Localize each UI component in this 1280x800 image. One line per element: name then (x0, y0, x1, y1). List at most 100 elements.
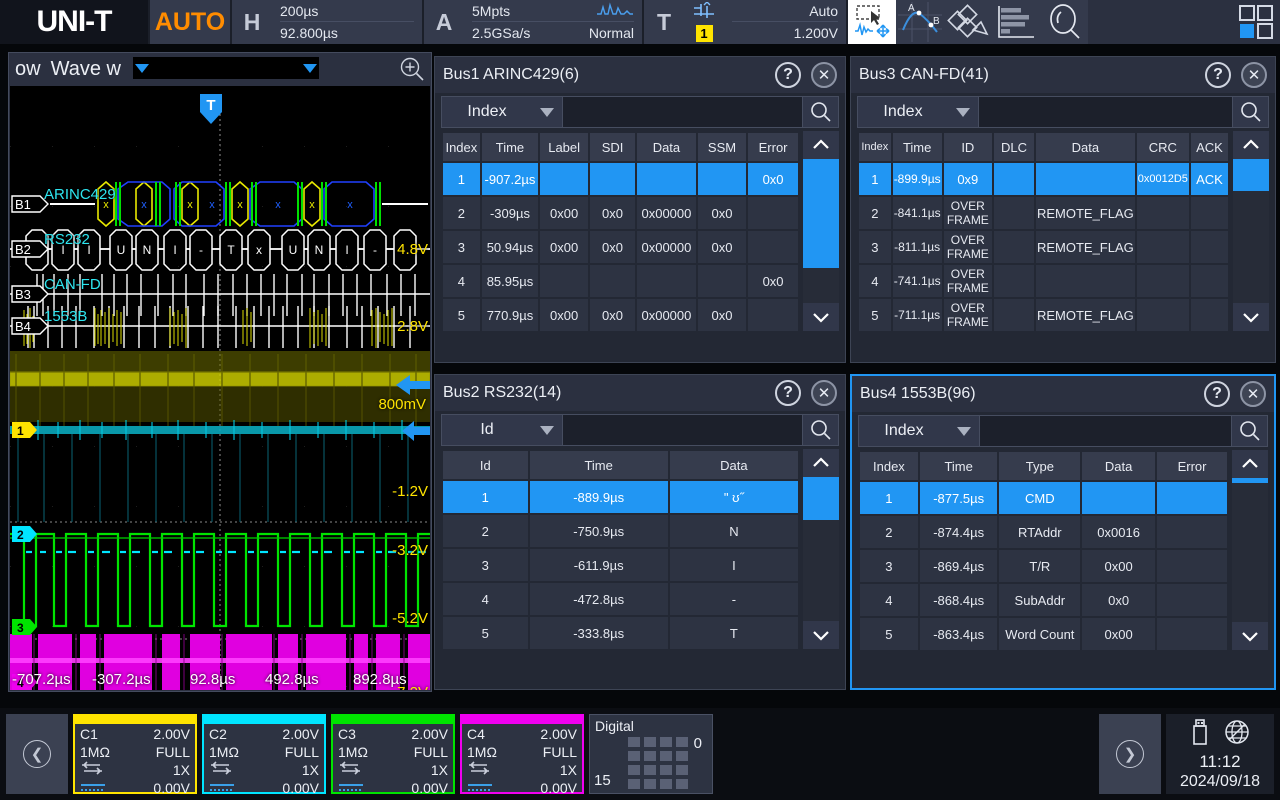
table-row[interactable]: 5 -333.8µs T (443, 617, 798, 649)
table-row[interactable]: 5 770.9µs 0x00 0x0 0x00000 0x0 (443, 299, 798, 331)
zoom-in-icon[interactable] (399, 56, 425, 82)
bus3-search-input[interactable] (979, 96, 1233, 128)
digital-cell[interactable] (644, 737, 656, 747)
scroll-thumb[interactable] (1232, 478, 1268, 483)
waveform-display[interactable]: x x x x x x x x (10, 86, 430, 690)
scroll-down-icon[interactable] (803, 621, 839, 649)
channel-card-c2[interactable]: C2 2.00V 1MΩ FULL 1X 0.00V (202, 714, 326, 794)
digital-cell[interactable] (660, 737, 672, 747)
clock-status-box[interactable]: 11:12 2024/09/18 (1166, 714, 1274, 794)
scroll-down-icon[interactable] (803, 303, 839, 331)
search-icon[interactable] (1233, 96, 1269, 128)
bus2-search-input[interactable] (563, 414, 803, 446)
scroll-track[interactable] (803, 477, 839, 621)
table-row[interactable]: 2 -309µs 0x00 0x0 0x00000 0x0 (443, 197, 798, 229)
digital-cell[interactable] (628, 779, 640, 789)
bus3-filter-select[interactable]: Index (857, 96, 979, 128)
table-row[interactable]: 3 -611.9µs I (443, 549, 798, 581)
auto-button[interactable]: AUTO (150, 0, 230, 44)
bus4-filter-select[interactable]: Index (858, 415, 980, 447)
bus2-scrollbar[interactable] (803, 449, 839, 649)
zoom-search-icon[interactable] (1040, 0, 1088, 44)
bus2-filter-select[interactable]: Id (441, 414, 563, 446)
bus1-search-input[interactable] (563, 96, 803, 128)
digital-cell[interactable] (644, 779, 656, 789)
scroll-track[interactable] (1232, 478, 1268, 622)
channel-card-c1[interactable]: C1 2.00V 1MΩ FULL 1X 0.00V (73, 714, 197, 794)
table-row[interactable]: 5 -711.1µs OVER FRAME REMOTE_FLAG (859, 299, 1228, 331)
bus4-col-2: Type (999, 452, 1080, 480)
table-row[interactable]: 4 -741.1µs OVER FRAME (859, 265, 1228, 297)
digital-cell[interactable] (660, 751, 672, 761)
scroll-track[interactable] (803, 159, 839, 303)
digital-cell[interactable] (628, 751, 640, 761)
digital-channel-grid[interactable] (628, 737, 688, 789)
acquire-settings[interactable]: A 5Mpts 2.5GSa/s Normal (424, 0, 642, 44)
digital-cell[interactable] (676, 737, 688, 747)
next-page-button[interactable]: ❯ (1099, 714, 1161, 794)
table-row[interactable]: 4 85.95µs 0x0 (443, 265, 798, 297)
scroll-down-icon[interactable] (1232, 622, 1268, 650)
prev-page-button[interactable]: ❮ (6, 714, 68, 794)
table-row[interactable]: 2 -750.9µs N (443, 515, 798, 547)
help-icon[interactable]: ? (1204, 381, 1230, 407)
table-row[interactable]: 2 -841.1µs OVER FRAME REMOTE_FLAG (859, 197, 1228, 229)
scroll-thumb[interactable] (803, 159, 839, 268)
digital-cell[interactable] (644, 751, 656, 761)
measure-ab-icon[interactable]: A B (896, 0, 944, 44)
layout-grid-icon[interactable] (1232, 0, 1280, 44)
table-row[interactable]: 3 -811.1µs OVER FRAME REMOTE_FLAG (859, 231, 1228, 263)
search-icon[interactable] (803, 414, 839, 446)
digital-cell[interactable] (660, 779, 672, 789)
cursor-select-icon[interactable] (848, 0, 896, 44)
digital-cell[interactable] (676, 765, 688, 775)
digital-cell[interactable] (644, 765, 656, 775)
bus1-filter-select[interactable]: Index (441, 96, 563, 128)
channel-card-c4[interactable]: C4 2.00V 1MΩ FULL 1X 0.00V (460, 714, 584, 794)
trigger-settings[interactable]: T 1 Auto 1.200V (644, 0, 846, 44)
close-icon[interactable]: ✕ (811, 62, 837, 88)
table-row[interactable]: 2 -874.4µs RTAddr 0x0016 (860, 516, 1227, 548)
table-row[interactable]: 3 50.94µs 0x00 0x0 0x00000 0x0 (443, 231, 798, 263)
scroll-up-icon[interactable] (803, 131, 839, 159)
scroll-up-icon[interactable] (1232, 450, 1268, 478)
histogram-icon[interactable] (992, 0, 1040, 44)
scroll-up-icon[interactable] (803, 449, 839, 477)
help-icon[interactable]: ? (775, 380, 801, 406)
channel-card-c3[interactable]: C3 2.00V 1MΩ FULL 1X 0.00V (331, 714, 455, 794)
table-row[interactable]: 1 -877.5µs CMD (860, 482, 1227, 514)
search-icon[interactable] (1232, 415, 1268, 447)
scroll-track[interactable] (1233, 159, 1269, 303)
close-icon[interactable]: ✕ (811, 380, 837, 406)
table-row[interactable]: 1 -889.9µs " ʊ˝ (443, 481, 798, 513)
bus4-scrollbar[interactable] (1232, 450, 1268, 650)
close-icon[interactable]: ✕ (1241, 62, 1267, 88)
bus3-scrollbar[interactable] (1233, 131, 1269, 331)
scroll-thumb[interactable] (803, 477, 839, 520)
close-icon[interactable]: ✕ (1240, 381, 1266, 407)
digital-cell[interactable] (660, 765, 672, 775)
table-row[interactable]: 1 -899.9µs 0x9 0x0012D5 ACK (859, 163, 1228, 195)
table-row[interactable]: 4 -472.8µs - (443, 583, 798, 615)
digital-channels-card[interactable]: Digital 0 15 (589, 714, 713, 794)
cell: T/R (999, 550, 1080, 582)
digital-cell[interactable] (628, 765, 640, 775)
digital-cell[interactable] (676, 751, 688, 761)
scroll-thumb[interactable] (1233, 159, 1269, 191)
table-row[interactable]: 3 -869.4µs T/R 0x00 (860, 550, 1227, 582)
scroll-up-icon[interactable] (1233, 131, 1269, 159)
help-icon[interactable]: ? (775, 62, 801, 88)
digital-cell[interactable] (676, 779, 688, 789)
table-row[interactable]: 4 -868.4µs SubAddr 0x0 (860, 584, 1227, 616)
wave-source-dropdown[interactable] (133, 57, 319, 79)
digital-cell[interactable] (628, 737, 640, 747)
math-diamond-icon[interactable] (944, 0, 992, 44)
table-row[interactable]: 1 -907.2µs 0x0 (443, 163, 798, 195)
horizontal-settings[interactable]: H 200µs 92.800µs (232, 0, 422, 44)
table-row[interactable]: 5 -863.4µs Word Count 0x00 (860, 618, 1227, 650)
scroll-down-icon[interactable] (1233, 303, 1269, 331)
bus4-search-input[interactable] (980, 415, 1232, 447)
bus1-scrollbar[interactable] (803, 131, 839, 331)
search-icon[interactable] (803, 96, 839, 128)
help-icon[interactable]: ? (1205, 62, 1231, 88)
